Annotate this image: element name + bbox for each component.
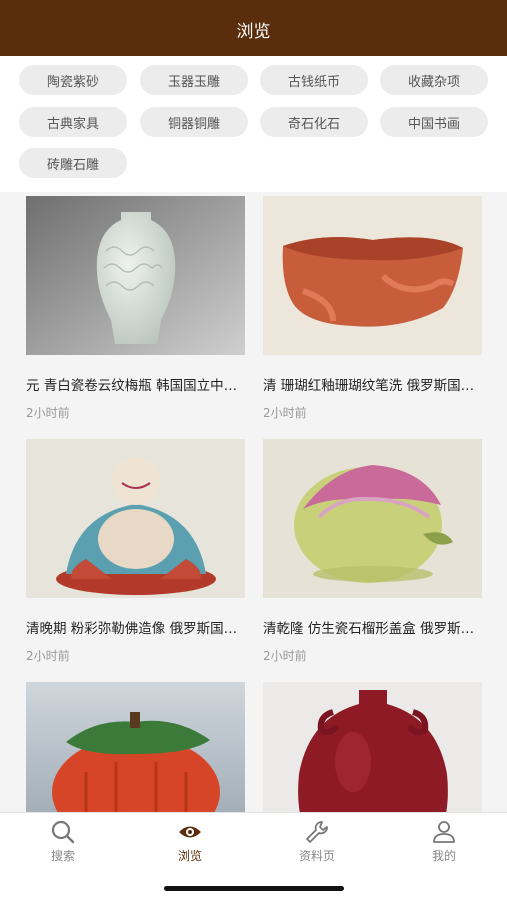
item-time: 2小时前 — [263, 649, 307, 663]
tab-resources[interactable]: 资料页 — [254, 813, 380, 869]
item-thumbnail — [263, 196, 482, 355]
item-title: 清乾隆 仿生瓷石榴形盖盒 俄罗斯国立艾尔米塔什博物馆藏 — [263, 621, 482, 637]
item-card[interactable] — [26, 682, 245, 812]
tab-label: 搜索 — [50, 849, 75, 863]
item-time: 2小时前 — [263, 406, 307, 420]
tab-browse[interactable]: 浏览 — [127, 813, 253, 869]
category-chip[interactable]: 收藏杂项 — [380, 65, 488, 95]
item-thumbnail — [26, 196, 245, 355]
category-chip[interactable]: 奇石化石 — [260, 107, 368, 137]
page-title: 浏览 — [236, 21, 271, 42]
category-chip[interactable]: 中国书画 — [380, 107, 488, 137]
item-title: 清 珊瑚红釉珊瑚纹笔洗 俄罗斯国立艾尔米塔什博物馆藏 — [263, 378, 482, 394]
item-time: 2小时前 — [26, 649, 70, 663]
tab-label: 资料页 — [298, 849, 335, 863]
category-chip[interactable]: 铜器铜雕 — [140, 107, 248, 137]
tab-search[interactable]: 搜索 — [0, 813, 126, 869]
wrench-icon — [306, 821, 328, 843]
item-thumbnail — [263, 439, 482, 598]
header-bar: 浏览 — [0, 0, 507, 56]
tab-label: 浏览 — [177, 849, 202, 863]
category-chip[interactable]: 古典家具 — [19, 107, 127, 137]
tab-label: 我的 — [431, 849, 456, 863]
category-chip[interactable]: 砖雕石雕 — [19, 148, 127, 178]
item-thumbnail — [26, 439, 245, 598]
item-title: 清晚期 粉彩弥勒佛造像 俄罗斯国立艾尔米塔什博物馆藏 — [26, 621, 245, 637]
category-chip[interactable]: 陶瓷紫砂 — [19, 65, 127, 95]
tab-profile[interactable]: 我的 — [381, 813, 507, 869]
item-grid: 元 青白瓷卷云纹梅瓶 韩国国立中央博物馆藏 2小时前 清 珊瑚红釉珊瑚纹笔洗 俄… — [0, 192, 507, 812]
item-thumbnail — [26, 682, 245, 812]
category-chip[interactable]: 古钱纸币 — [260, 65, 368, 95]
item-thumbnail — [263, 682, 482, 812]
item-time: 2小时前 — [26, 406, 70, 420]
item-card[interactable]: 清乾隆 仿生瓷石榴形盖盒 俄罗斯国立艾尔米塔什博物馆藏 2小时前 — [263, 439, 482, 669]
eye-icon — [179, 826, 201, 838]
item-card[interactable] — [263, 682, 482, 812]
item-card[interactable]: 清 珊瑚红釉珊瑚纹笔洗 俄罗斯国立艾尔米塔什博物馆藏 2小时前 — [263, 196, 482, 426]
search-icon — [51, 820, 75, 844]
category-panel: 陶瓷紫砂 玉器玉雕 古钱纸币 收藏杂项 古典家具 铜器铜雕 奇石化石 中国书画 … — [0, 56, 507, 192]
item-card[interactable]: 元 青白瓷卷云纹梅瓶 韩国国立中央博物馆藏 2小时前 — [26, 196, 245, 426]
item-title: 元 青白瓷卷云纹梅瓶 韩国国立中央博物馆藏 — [26, 378, 245, 394]
home-indicator — [164, 886, 344, 891]
user-icon — [433, 821, 455, 843]
item-card[interactable]: 清晚期 粉彩弥勒佛造像 俄罗斯国立艾尔米塔什博物馆藏 2小时前 — [26, 439, 245, 669]
category-chip[interactable]: 玉器玉雕 — [140, 65, 248, 95]
